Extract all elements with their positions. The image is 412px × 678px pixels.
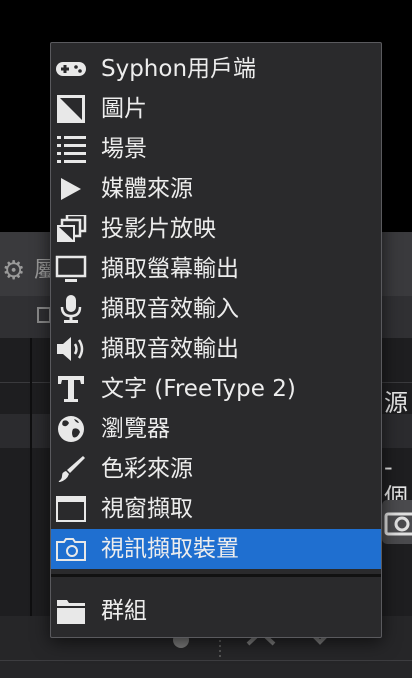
- menu-item-label: 投影片放映: [101, 216, 216, 242]
- menu-item-scene[interactable]: 場景: [51, 129, 381, 169]
- camera-icon: [55, 535, 87, 563]
- menu-item-label: 媒體來源: [101, 176, 193, 202]
- menu-item-label: 場景: [101, 136, 147, 162]
- camera-button[interactable]: [382, 500, 412, 544]
- menu-item-label: 視窗擷取: [101, 496, 193, 522]
- microphone-icon: [55, 295, 87, 323]
- menu-item-color-source[interactable]: 色彩來源: [51, 449, 381, 489]
- menu-item-slideshow[interactable]: 投影片放映: [51, 209, 381, 249]
- text-icon: [55, 375, 87, 403]
- globe-icon: [55, 415, 87, 443]
- menu-item-window-capture[interactable]: 視窗擷取: [51, 489, 381, 529]
- menu-item-label: 圖片: [101, 96, 147, 122]
- list-icon: [55, 135, 87, 163]
- menu-item-label: 視訊擷取裝置: [101, 536, 239, 562]
- menu-item-display-capture[interactable]: 擷取螢幕輸出: [51, 249, 381, 289]
- menu-separator: [51, 574, 381, 577]
- menu-item-video-capture-device[interactable]: 視訊擷取裝置: [51, 529, 381, 569]
- slideshow-icon: [55, 215, 87, 243]
- menu-item-audio-output[interactable]: 擷取音效輸出: [51, 329, 381, 369]
- menu-item-label: Syphon用戶端: [101, 56, 257, 82]
- menu-item-browser[interactable]: 瀏覽器: [51, 409, 381, 449]
- window-icon: [55, 495, 87, 523]
- menu-item-label: 擷取音效輸出: [101, 336, 239, 362]
- menu-item-label: 瀏覽器: [101, 416, 170, 442]
- menu-item-label: 文字 (FreeType 2): [101, 376, 296, 402]
- menu-item-label: 群組: [101, 598, 147, 624]
- brush-icon: [55, 455, 87, 483]
- menu-item-image[interactable]: 圖片: [51, 89, 381, 129]
- menu-item-audio-input[interactable]: 擷取音效輸入: [51, 289, 381, 329]
- menu-item-label: 擷取音效輸入: [101, 296, 239, 322]
- add-source-menu: Syphon用戶端 圖片 場景 媒體來源 投影片放映 擷取螢幕輸出 擷取音效輸入…: [50, 42, 382, 638]
- camera-icon: [384, 512, 412, 536]
- menu-item-syphon-client[interactable]: Syphon用戶端: [51, 49, 381, 89]
- menu-item-label: 色彩來源: [101, 456, 193, 482]
- play-icon: [55, 175, 87, 203]
- folder-icon: [55, 597, 87, 625]
- gamepad-icon: [55, 55, 87, 83]
- bottom-divider: [0, 660, 412, 661]
- menu-item-label: 擷取螢幕輸出: [101, 256, 239, 282]
- image-icon: [55, 95, 87, 123]
- menu-item-group[interactable]: 群組: [51, 591, 381, 631]
- monitor-icon: [55, 255, 87, 283]
- menu-item-media-source[interactable]: 媒體來源: [51, 169, 381, 209]
- gear-icon[interactable]: ⚙: [2, 256, 32, 286]
- dock-side-label: 源: [384, 389, 408, 417]
- speaker-icon: [55, 335, 87, 363]
- menu-item-text-freetype[interactable]: 文字 (FreeType 2): [51, 369, 381, 409]
